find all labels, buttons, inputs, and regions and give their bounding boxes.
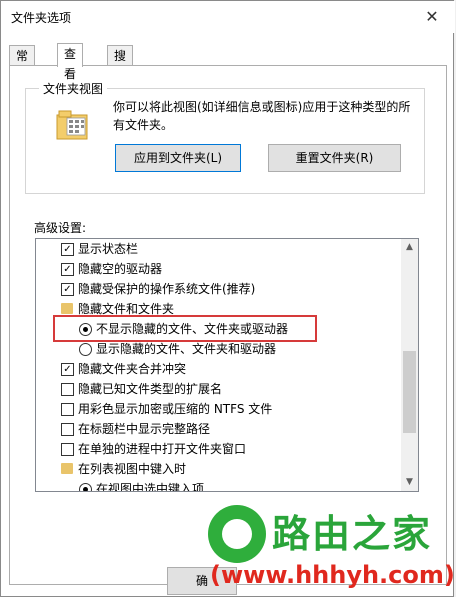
watermark-url: (www.hhhyh.com) <box>210 561 455 589</box>
folder-views-icon <box>56 110 88 140</box>
router-logo-icon <box>208 505 266 563</box>
radio-button[interactable] <box>79 343 92 356</box>
tab-general[interactable]: 常规 <box>9 45 36 83</box>
folder-icon <box>61 463 73 474</box>
advanced-settings-list[interactable]: ✓ 显示状态栏 ✓ 隐藏空的驱动器 ✓ 隐藏受保护的操作系统文件(推荐) 隐藏文… <box>35 238 419 492</box>
tab-search[interactable]: 搜索 <box>107 45 134 83</box>
tab-view[interactable]: 查看 <box>57 43 84 81</box>
checkbox[interactable] <box>61 443 74 456</box>
window-title: 文件夹选项 <box>11 11 72 25</box>
checkbox[interactable]: ✓ <box>61 243 74 256</box>
scroll-up-icon[interactable]: ▲ <box>401 239 418 256</box>
checkbox[interactable] <box>61 423 74 436</box>
close-icon[interactable]: ✕ <box>409 1 455 33</box>
watermark: 路由之家 (www.hhhyh.com) <box>200 497 456 597</box>
vertical-scrollbar[interactable]: ▲ ▼ <box>401 239 418 491</box>
checkbox[interactable]: ✓ <box>61 263 74 276</box>
folder-views-description: 你可以将此视图(如详细信息或图标)应用于这种类型的所有文件夹。 <box>113 100 411 132</box>
folder-icon <box>61 303 73 314</box>
scroll-down-icon[interactable]: ▼ <box>401 474 418 491</box>
advanced-settings-label: 高级设置: <box>34 221 87 235</box>
checkbox[interactable] <box>61 403 74 416</box>
checkbox[interactable]: ✓ <box>61 363 74 376</box>
scrollbar-thumb[interactable] <box>403 351 416 433</box>
apply-to-folders-button[interactable]: 应用到文件夹(L) <box>115 144 241 172</box>
radio-button[interactable] <box>79 483 92 491</box>
watermark-title: 路由之家 <box>272 512 433 556</box>
highlight-box <box>53 315 317 342</box>
checkbox[interactable]: ✓ <box>61 283 74 296</box>
reset-folders-button[interactable]: 重置文件夹(R) <box>268 144 401 172</box>
checkbox[interactable] <box>61 383 74 396</box>
title-bar: 文件夹选项 ✕ <box>1 1 455 33</box>
